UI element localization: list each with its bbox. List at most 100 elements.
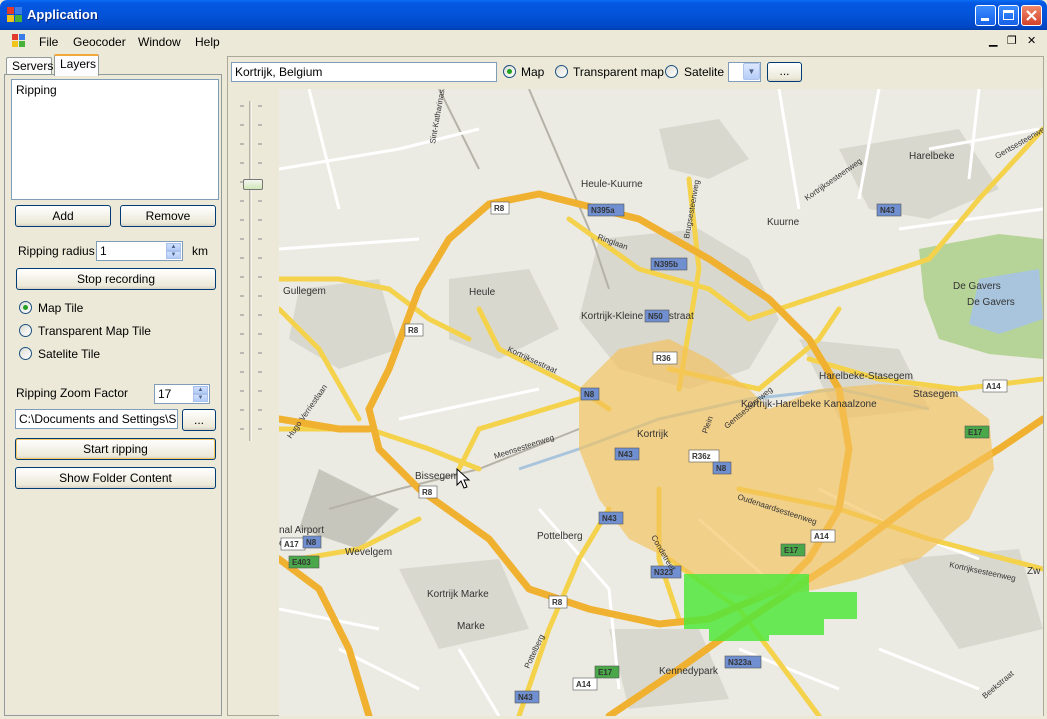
- menu-help[interactable]: Help: [195, 35, 220, 49]
- spin-down-icon[interactable]: ▼: [193, 394, 208, 402]
- map-type-satelite-label[interactable]: Satelite: [684, 65, 724, 79]
- start-ripping-button[interactable]: Start ripping: [15, 438, 216, 460]
- road-shield-label: E403: [292, 558, 311, 567]
- map-place-label: Gullegem: [283, 286, 326, 297]
- street-label: Hugo Verriestlaan: [285, 383, 329, 440]
- window-title: Application: [27, 7, 98, 22]
- map-type-map-radio[interactable]: [503, 65, 516, 78]
- road-shield-label: R36z: [692, 452, 711, 461]
- mdi-minimize-icon[interactable]: ▁: [989, 34, 997, 47]
- road-shield-label: N43: [618, 450, 633, 459]
- road-shield-label: A17: [284, 540, 299, 549]
- zoom-slider[interactable]: [238, 101, 268, 446]
- map-canvas[interactable]: Heule-Kuurne Kuurne Harelbeke Gullegem Heule…: [279, 89, 1043, 716]
- tab-servers[interactable]: Servers: [6, 57, 53, 75]
- spin-up-icon[interactable]: ▲: [166, 243, 181, 251]
- street-label: Sint-Katharinast: [428, 89, 447, 144]
- road-shield-label: N8: [584, 390, 595, 399]
- location-search-input[interactable]: Kortrijk, Belgium: [231, 62, 497, 82]
- road-shield-label: R8: [552, 598, 563, 607]
- tab-layers[interactable]: Layers: [54, 54, 99, 76]
- road-shield-label: N8: [716, 464, 727, 473]
- transparent-map-tile-label[interactable]: Transparent Map Tile: [38, 324, 151, 338]
- street-label: Meensesteenweg: [493, 433, 555, 461]
- map-place-label: Kortrijk: [637, 429, 669, 440]
- road-shield-label: A14: [986, 382, 1001, 391]
- radius-unit-label: km: [192, 244, 208, 258]
- spin-up-icon[interactable]: ▲: [193, 386, 208, 394]
- map-tile-radio[interactable]: [19, 301, 32, 314]
- maximize-icon: [1003, 10, 1014, 20]
- add-button[interactable]: Add: [15, 205, 111, 227]
- left-panel: Servers Layers Ripping Add Remove Rippin…: [4, 54, 222, 716]
- maximize-button[interactable]: [998, 5, 1019, 26]
- stop-recording-button[interactable]: Stop recording: [16, 268, 216, 290]
- road-shield-label: R8: [422, 488, 433, 497]
- zoom-slider-track: [240, 101, 262, 441]
- satelite-tile-radio[interactable]: [19, 347, 32, 360]
- minimize-icon: [981, 18, 989, 21]
- street-label: Beekstraat: [981, 669, 1017, 701]
- map-place-label: Pottelberg: [537, 531, 583, 542]
- map-place-label: Bissegem: [415, 471, 459, 482]
- chevron-down-icon[interactable]: ▼: [743, 63, 760, 80]
- map-place-label: Kortrijk-Kleine Ieperstraat: [581, 311, 694, 322]
- road-shield-label: N43: [602, 514, 617, 523]
- map-place-label: Stasegem: [913, 389, 958, 400]
- browse-folder-button[interactable]: ...: [182, 409, 216, 431]
- minimize-button[interactable]: [975, 5, 996, 26]
- zoom-factor-input[interactable]: 17 ▲ ▼: [154, 384, 210, 404]
- map-type-map-label[interactable]: Map: [521, 65, 544, 79]
- map-place-label: Harelbeke: [909, 151, 955, 162]
- map-type-transparent-radio[interactable]: [555, 65, 568, 78]
- road-shield-label: N50: [648, 312, 663, 321]
- map-options-button[interactable]: ...: [767, 62, 802, 82]
- layers-list[interactable]: Ripping: [11, 79, 219, 200]
- map-place-label: Heule: [469, 287, 496, 298]
- ripping-radius-input[interactable]: 1 ▲ ▼: [96, 241, 183, 261]
- zoom-factor-label: Ripping Zoom Factor: [16, 386, 129, 400]
- list-item[interactable]: Ripping: [16, 83, 214, 97]
- mdi-app-icon: [12, 34, 26, 48]
- mdi-close-icon[interactable]: ✕: [1027, 34, 1036, 47]
- layers-tab-panel: Ripping Add Remove Ripping radius 1 ▲ ▼ k…: [4, 74, 222, 716]
- road-shield-label: A14: [576, 680, 591, 689]
- satelite-tile-label[interactable]: Satelite Tile: [38, 347, 100, 361]
- map-place-label: Marke: [457, 621, 485, 632]
- zoom-slider-thumb[interactable]: [243, 179, 263, 190]
- spin-down-icon[interactable]: ▼: [166, 251, 181, 259]
- title-bar: Application: [0, 0, 1047, 30]
- road-shield-label: E17: [968, 428, 983, 437]
- folder-path-field[interactable]: C:\Documents and Settings\SD: [15, 409, 178, 429]
- map-type-satelite-radio[interactable]: [665, 65, 678, 78]
- map-place-label: Kortrijk Marke: [427, 589, 489, 600]
- ripping-radius-value: 1: [100, 244, 107, 258]
- road-shield-label: N395a: [591, 206, 615, 215]
- map-view[interactable]: Heule-Kuurne Kuurne Harelbeke Gullegem Heule…: [279, 89, 1043, 716]
- transparent-map-tile-radio[interactable]: [19, 324, 32, 337]
- menu-geocoder[interactable]: Geocoder: [73, 35, 126, 49]
- road-shield-label: R8: [408, 326, 419, 335]
- road-shield-label: N395b: [654, 260, 678, 269]
- street-label: Kortrijksestraat: [506, 345, 559, 376]
- radius-spinner[interactable]: ▲ ▼: [166, 243, 181, 259]
- map-place-label: Kennedypark: [659, 666, 719, 677]
- road-shield-label: E17: [784, 546, 799, 555]
- remove-button[interactable]: Remove: [120, 205, 216, 227]
- menu-file[interactable]: File: [39, 35, 58, 49]
- road-shield-label: E17: [598, 668, 613, 677]
- map-provider-dropdown[interactable]: ▼: [728, 62, 761, 82]
- map-tile-label[interactable]: Map Tile: [38, 301, 83, 315]
- zoom-factor-value: 17: [158, 387, 172, 401]
- map-type-transparent-label[interactable]: Transparent map: [573, 65, 664, 79]
- menu-window[interactable]: Window: [138, 35, 181, 49]
- zoom-spinner[interactable]: ▲ ▼: [193, 386, 208, 402]
- map-place-label: Zw: [1027, 566, 1041, 577]
- app-icon: [7, 7, 22, 22]
- close-button[interactable]: [1021, 5, 1042, 26]
- show-folder-content-button[interactable]: Show Folder Content: [15, 467, 216, 489]
- road-shield-label: N323a: [728, 658, 752, 667]
- mdi-restore-icon[interactable]: ❐: [1007, 34, 1017, 47]
- map-place-label: De Gavers: [953, 281, 1001, 292]
- map-place-label: nal Airport: [279, 525, 324, 536]
